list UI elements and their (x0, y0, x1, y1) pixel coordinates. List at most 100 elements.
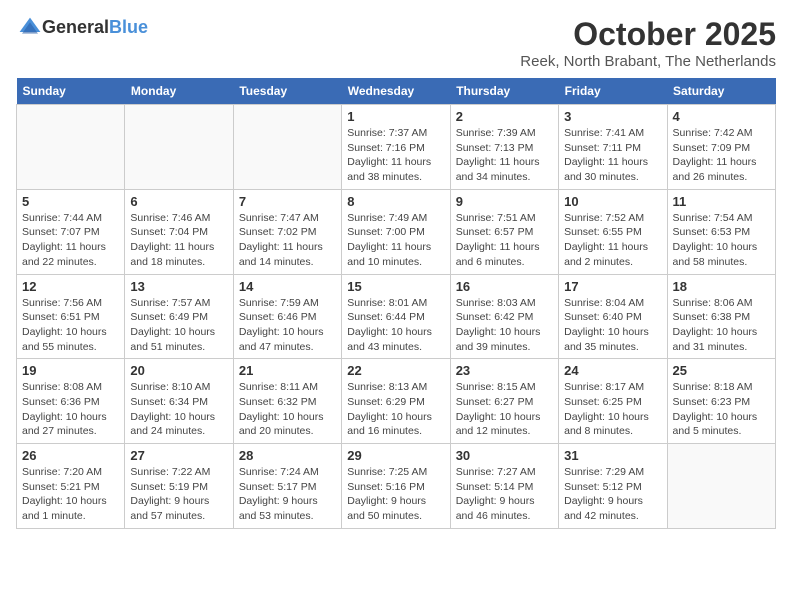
day-detail: Sunrise: 7:51 AMSunset: 6:57 PMDaylight:… (456, 211, 553, 270)
day-detail: Sunrise: 7:20 AMSunset: 5:21 PMDaylight:… (22, 465, 119, 524)
day-detail: Sunrise: 7:46 AMSunset: 7:04 PMDaylight:… (130, 211, 227, 270)
calendar-cell: 10Sunrise: 7:52 AMSunset: 6:55 PMDayligh… (559, 189, 667, 274)
day-number: 28 (239, 448, 336, 463)
calendar-cell (125, 105, 233, 190)
calendar-cell: 18Sunrise: 8:06 AMSunset: 6:38 PMDayligh… (667, 274, 775, 359)
day-detail: Sunrise: 8:06 AMSunset: 6:38 PMDaylight:… (673, 296, 770, 355)
day-number: 16 (456, 279, 553, 294)
logo: GeneralBlue (16, 16, 148, 40)
day-detail: Sunrise: 8:17 AMSunset: 6:25 PMDaylight:… (564, 380, 661, 439)
calendar-cell: 20 Sunrise: 8:10 AMSunset: 6:34 PMDayligh… (125, 359, 233, 444)
title-block: October 2025 Reek, North Brabant, The Ne… (520, 16, 776, 70)
week-row-1: 1 Sunrise: 7:37 AMSunset: 7:16 PMDaylight… (17, 105, 776, 190)
day-number: 11 (673, 194, 770, 209)
calendar-cell: 31 Sunrise: 7:29 AMSunset: 5:12 PMDayligh… (559, 444, 667, 529)
day-detail: Sunrise: 7:39 AMSunset: 7:13 PMDaylight:… (456, 126, 553, 185)
day-detail: Sunrise: 8:04 AMSunset: 6:40 PMDaylight:… (564, 296, 661, 355)
day-number: 20 (130, 363, 227, 378)
calendar-cell: 29 Sunrise: 7:25 AMSunset: 5:16 PMDayligh… (342, 444, 450, 529)
day-number: 27 (130, 448, 227, 463)
week-row-5: 26 Sunrise: 7:20 AMSunset: 5:21 PMDayligh… (17, 444, 776, 529)
calendar-cell (17, 105, 125, 190)
day-detail: Sunrise: 8:03 AMSunset: 6:42 PMDaylight:… (456, 296, 553, 355)
day-number: 2 (456, 109, 553, 124)
day-detail: Sunrise: 8:18 AMSunset: 6:23 PMDaylight:… (673, 380, 770, 439)
day-number: 12 (22, 279, 119, 294)
day-number: 29 (347, 448, 444, 463)
day-detail: Sunrise: 7:52 AMSunset: 6:55 PMDaylight:… (564, 211, 661, 270)
week-row-2: 5 Sunrise: 7:44 AMSunset: 7:07 PMDaylight… (17, 189, 776, 274)
day-number: 30 (456, 448, 553, 463)
day-number: 23 (456, 363, 553, 378)
day-detail: Sunrise: 7:44 AMSunset: 7:07 PMDaylight:… (22, 211, 119, 270)
day-number: 22 (347, 363, 444, 378)
calendar-cell: 24 Sunrise: 8:17 AMSunset: 6:25 PMDayligh… (559, 359, 667, 444)
day-number: 25 (673, 363, 770, 378)
week-row-3: 12 Sunrise: 7:56 AMSunset: 6:51 PMDayligh… (17, 274, 776, 359)
calendar-cell: 3Sunrise: 7:41 AMSunset: 7:11 PMDaylight… (559, 105, 667, 190)
calendar-cell: 22 Sunrise: 8:13 AMSunset: 6:29 PMDayligh… (342, 359, 450, 444)
month-title: October 2025 (520, 16, 776, 53)
day-detail: Sunrise: 8:13 AMSunset: 6:29 PMDaylight:… (347, 380, 444, 439)
day-detail: Sunrise: 8:11 AMSunset: 6:32 PMDaylight:… (239, 380, 336, 439)
calendar-cell: 4 Sunrise: 7:42 AMSunset: 7:09 PMDaylight… (667, 105, 775, 190)
day-number: 15 (347, 279, 444, 294)
calendar-cell: 8 Sunrise: 7:49 AMSunset: 7:00 PMDaylight… (342, 189, 450, 274)
weekday-header-wednesday: Wednesday (342, 78, 450, 105)
weekday-header-sunday: Sunday (17, 78, 125, 105)
day-detail: Sunrise: 7:25 AMSunset: 5:16 PMDaylight:… (347, 465, 444, 524)
day-number: 13 (130, 279, 227, 294)
day-number: 21 (239, 363, 336, 378)
day-number: 1 (347, 109, 444, 124)
calendar-cell: 6 Sunrise: 7:46 AMSunset: 7:04 PMDaylight… (125, 189, 233, 274)
calendar-cell: 30Sunrise: 7:27 AMSunset: 5:14 PMDayligh… (450, 444, 558, 529)
logo-general: GeneralBlue (42, 17, 148, 39)
logo-icon (18, 16, 42, 40)
day-number: 4 (673, 109, 770, 124)
calendar-cell: 15 Sunrise: 8:01 AMSunset: 6:44 PMDayligh… (342, 274, 450, 359)
day-number: 17 (564, 279, 661, 294)
day-detail: Sunrise: 7:56 AMSunset: 6:51 PMDaylight:… (22, 296, 119, 355)
calendar-cell: 25 Sunrise: 8:18 AMSunset: 6:23 PMDayligh… (667, 359, 775, 444)
day-detail: Sunrise: 7:42 AMSunset: 7:09 PMDaylight:… (673, 126, 770, 185)
logo-text: GeneralBlue (42, 17, 148, 39)
day-detail: Sunrise: 8:15 AMSunset: 6:27 PMDaylight:… (456, 380, 553, 439)
day-detail: Sunrise: 7:47 AMSunset: 7:02 PMDaylight:… (239, 211, 336, 270)
day-number: 9 (456, 194, 553, 209)
calendar-cell: 27 Sunrise: 7:22 AMSunset: 5:19 PMDayligh… (125, 444, 233, 529)
calendar-cell: 9 Sunrise: 7:51 AMSunset: 6:57 PMDaylight… (450, 189, 558, 274)
day-detail: Sunrise: 7:29 AMSunset: 5:12 PMDaylight:… (564, 465, 661, 524)
day-detail: Sunrise: 7:54 AMSunset: 6:53 PMDaylight:… (673, 211, 770, 270)
day-number: 5 (22, 194, 119, 209)
calendar-cell: 26 Sunrise: 7:20 AMSunset: 5:21 PMDayligh… (17, 444, 125, 529)
day-number: 8 (347, 194, 444, 209)
calendar-cell: 1 Sunrise: 7:37 AMSunset: 7:16 PMDaylight… (342, 105, 450, 190)
day-number: 19 (22, 363, 119, 378)
day-detail: Sunrise: 7:57 AMSunset: 6:49 PMDaylight:… (130, 296, 227, 355)
calendar-cell: 17 Sunrise: 8:04 AMSunset: 6:40 PMDayligh… (559, 274, 667, 359)
calendar-cell: 2 Sunrise: 7:39 AMSunset: 7:13 PMDaylight… (450, 105, 558, 190)
day-detail: Sunrise: 7:22 AMSunset: 5:19 PMDaylight:… (130, 465, 227, 524)
weekday-header-thursday: Thursday (450, 78, 558, 105)
day-detail: Sunrise: 7:37 AMSunset: 7:16 PMDaylight:… (347, 126, 444, 185)
calendar-cell (667, 444, 775, 529)
day-detail: Sunrise: 7:49 AMSunset: 7:00 PMDaylight:… (347, 211, 444, 270)
day-number: 3 (564, 109, 661, 124)
day-number: 24 (564, 363, 661, 378)
weekday-header-friday: Friday (559, 78, 667, 105)
day-number: 26 (22, 448, 119, 463)
weekday-header-tuesday: Tuesday (233, 78, 341, 105)
calendar-cell (233, 105, 341, 190)
day-detail: Sunrise: 8:10 AMSunset: 6:34 PMDaylight:… (130, 380, 227, 439)
calendar-cell: 16 Sunrise: 8:03 AMSunset: 6:42 PMDayligh… (450, 274, 558, 359)
day-number: 6 (130, 194, 227, 209)
day-number: 7 (239, 194, 336, 209)
day-detail: Sunrise: 8:01 AMSunset: 6:44 PMDaylight:… (347, 296, 444, 355)
week-row-4: 19Sunrise: 8:08 AMSunset: 6:36 PMDayligh… (17, 359, 776, 444)
calendar-cell: 5 Sunrise: 7:44 AMSunset: 7:07 PMDaylight… (17, 189, 125, 274)
calendar-table: SundayMondayTuesdayWednesdayThursdayFrid… (16, 78, 776, 529)
calendar-cell: 12 Sunrise: 7:56 AMSunset: 6:51 PMDayligh… (17, 274, 125, 359)
calendar-cell: 23 Sunrise: 8:15 AMSunset: 6:27 PMDayligh… (450, 359, 558, 444)
weekday-header-monday: Monday (125, 78, 233, 105)
day-number: 31 (564, 448, 661, 463)
